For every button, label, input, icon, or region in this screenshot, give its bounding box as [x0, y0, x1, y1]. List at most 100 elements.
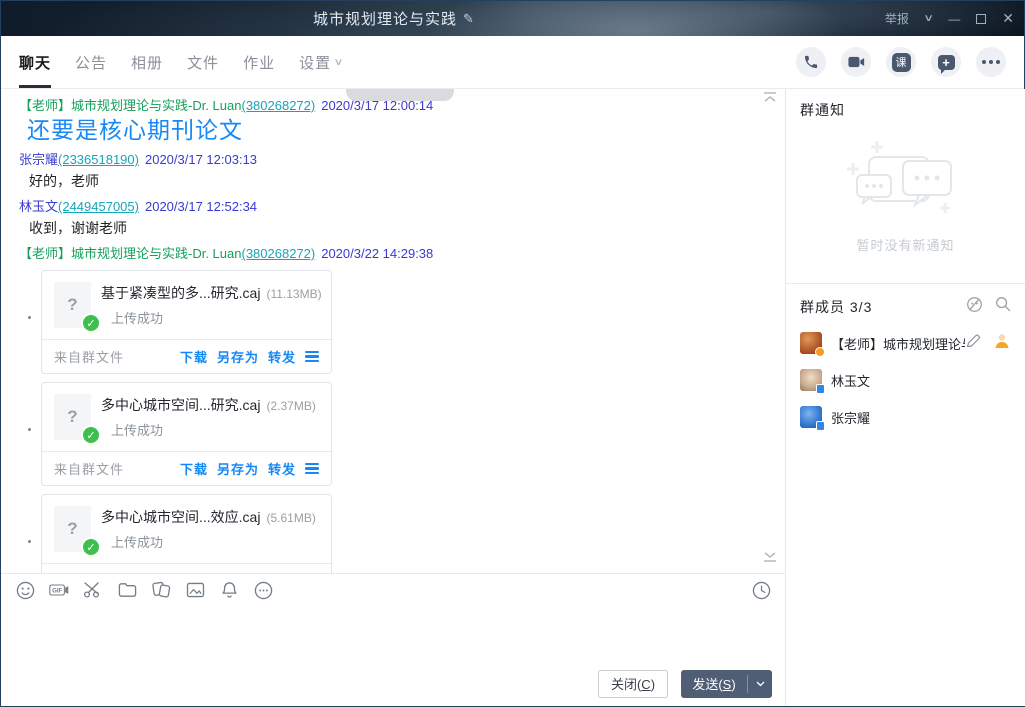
file-message: ? ✓ 基于紧凑型的多...研究.caj(11.13MB) 上传成功 来自群文件: [41, 270, 332, 374]
download-link[interactable]: 下载: [180, 459, 208, 478]
sender-uid-link[interactable]: (2449457005): [58, 199, 139, 214]
tab-files[interactable]: 文件: [187, 36, 219, 88]
member-row[interactable]: 林玉文: [800, 368, 1011, 392]
mobile-online-badge-icon: [816, 421, 825, 431]
tab-settings[interactable]: 设置∨: [299, 36, 343, 88]
input-toolbar: GIF: [1, 573, 785, 606]
tab-homework[interactable]: 作业: [243, 36, 275, 88]
sidebar: 群通知 暂时没有: [786, 89, 1025, 706]
member-row-teacher[interactable]: 【老师】城市规划理论与实践-Dr. Luan: [800, 331, 1011, 355]
minimize-button[interactable]: —: [948, 12, 960, 26]
class-icon: 课: [892, 53, 911, 72]
file-name: 基于紧凑型的多...研究.caj: [101, 285, 260, 301]
file-card[interactable]: ? ✓ 多中心城市空间...效应.caj(5.61MB) 上传成功 来自群文件: [41, 494, 332, 573]
forward-link[interactable]: 转发: [268, 459, 296, 478]
message-history-clock-icon[interactable]: [751, 580, 771, 600]
report-button[interactable]: 举报: [885, 10, 909, 27]
forward-link[interactable]: 转发: [268, 347, 296, 366]
message-status-dot: [28, 316, 31, 319]
tab-album[interactable]: 相册: [131, 36, 163, 88]
empty-notice-illustration: [841, 135, 971, 227]
ellipsis-icon: [982, 60, 1000, 64]
member-name: 【老师】城市规划理论与实践-Dr. Luan: [831, 334, 965, 353]
message-meta: 张宗耀(2336518190)2020/3/17 12:03:13: [19, 151, 771, 168]
sender-uid-link[interactable]: (380268272): [241, 98, 315, 113]
sender-name: 【老师】城市规划理论与实践-Dr. Luan: [19, 98, 241, 113]
titlebar-dropdown-icon[interactable]: ∨: [923, 13, 934, 24]
close-button[interactable]: 关闭(C): [598, 670, 668, 698]
download-link[interactable]: 下载: [180, 571, 208, 573]
save-as-link[interactable]: 另存为: [217, 459, 259, 478]
file-card[interactable]: ? ✓ 多中心城市空间...研究.caj(2.37MB) 上传成功 来自群文件: [41, 382, 332, 486]
scroll-to-bottom-icon[interactable]: [763, 550, 777, 568]
voice-call-button[interactable]: [796, 47, 826, 77]
file-size: (11.13MB): [266, 287, 321, 301]
forward-link[interactable]: 转发: [268, 571, 296, 573]
file-name: 多中心城市空间...研究.caj: [101, 397, 260, 413]
send-options-button[interactable]: [748, 670, 772, 698]
save-as-link[interactable]: 另存为: [217, 347, 259, 366]
image-icon[interactable]: [185, 580, 205, 600]
message-history[interactable]: 【老师】城市规划理论与实践-Dr. Luan(380268272)2020/3/…: [1, 89, 785, 573]
file-source-label: 来自群文件: [54, 459, 124, 478]
sender-uid-link[interactable]: (380268272): [241, 246, 315, 261]
edit-member-card-icon[interactable]: [965, 333, 981, 354]
more-actions-button[interactable]: [976, 47, 1006, 77]
message-input[interactable]: [1, 606, 785, 661]
avatar: [800, 332, 822, 354]
anonymous-chat-icon[interactable]: [966, 296, 983, 318]
create-chat-button[interactable]: +: [931, 47, 961, 77]
svg-text:GIF: GIF: [52, 588, 62, 595]
send-button-group: 发送(S): [681, 670, 772, 698]
message-status-dot: [28, 540, 31, 543]
send-button[interactable]: 发送(S): [681, 670, 747, 698]
message-text: 收到，谢谢老师: [29, 219, 771, 237]
sender-name: 林玉文: [19, 199, 58, 214]
gif-icon[interactable]: GIF: [49, 580, 69, 600]
close-window-button[interactable]: ✕: [1002, 10, 1014, 27]
message-text-large: 还要是核心期刊论文: [27, 117, 771, 143]
message-status-dot: [28, 428, 31, 431]
chat-plus-icon: +: [938, 55, 955, 70]
upload-status-text: 上传成功: [111, 308, 319, 327]
edit-title-icon[interactable]: ✎: [463, 11, 474, 27]
screenshot-scissors-icon[interactable]: [83, 580, 103, 600]
file-menu-icon[interactable]: [305, 463, 319, 475]
bell-icon[interactable]: [219, 580, 239, 600]
maximize-button[interactable]: [976, 14, 986, 24]
message-meta: 林玉文(2449457005)2020/3/17 12:52:34: [19, 198, 771, 215]
more-tools-icon[interactable]: [253, 580, 273, 600]
file-card[interactable]: ? ✓ 基于紧凑型的多...研究.caj(11.13MB) 上传成功 来自群文件: [41, 270, 332, 374]
file-name: 多中心城市空间...效应.caj: [101, 509, 260, 525]
class-button[interactable]: 课: [886, 47, 916, 77]
scroll-to-top-icon[interactable]: [763, 91, 777, 109]
video-call-button[interactable]: [841, 47, 871, 77]
upload-success-icon: ✓: [81, 313, 101, 333]
chevron-down-icon: ∨: [333, 57, 345, 68]
member-name: 林玉文: [831, 371, 870, 390]
chat-footer: 关闭(C) 发送(S): [1, 661, 785, 706]
message-meta: 【老师】城市规划理论与实践-Dr. Luan(380268272)2020/3/…: [19, 245, 771, 262]
folder-icon[interactable]: [117, 580, 137, 600]
window-title: 城市规划理论与实践: [313, 8, 457, 29]
file-size: (2.37MB): [266, 399, 315, 413]
member-row[interactable]: 张宗耀: [800, 405, 1011, 429]
search-members-icon[interactable]: [995, 296, 1011, 318]
emoji-icon[interactable]: [15, 580, 35, 600]
tab-announcement[interactable]: 公告: [75, 36, 107, 88]
save-as-link[interactable]: 另存为: [217, 571, 259, 573]
qq-group-chat-window: 城市规划理论与实践 ✎ 举报 ∨ — ✕ 聊天 公告 相册 文件 作业 设置∨: [0, 0, 1025, 707]
mobile-online-badge-icon: [816, 384, 825, 394]
member-name: 张宗耀: [831, 408, 870, 427]
titlebar: 城市规划理论与实践 ✎ 举报 ∨ — ✕: [1, 1, 1024, 36]
group-members-section: 群成员 3/3 【老师】城市规划理论与实践-Dr. Luan: [786, 284, 1025, 706]
shake-window-icon[interactable]: [151, 580, 171, 600]
download-link[interactable]: 下载: [180, 347, 208, 366]
file-menu-icon[interactable]: [305, 351, 319, 363]
video-camera-icon: [848, 55, 865, 69]
phone-icon: [803, 54, 819, 70]
sender-uid-link[interactable]: (2336518190): [58, 152, 139, 167]
floating-tip-pill[interactable]: [346, 89, 454, 101]
tab-chat[interactable]: 聊天: [19, 36, 51, 88]
member-profile-icon[interactable]: [993, 332, 1011, 355]
